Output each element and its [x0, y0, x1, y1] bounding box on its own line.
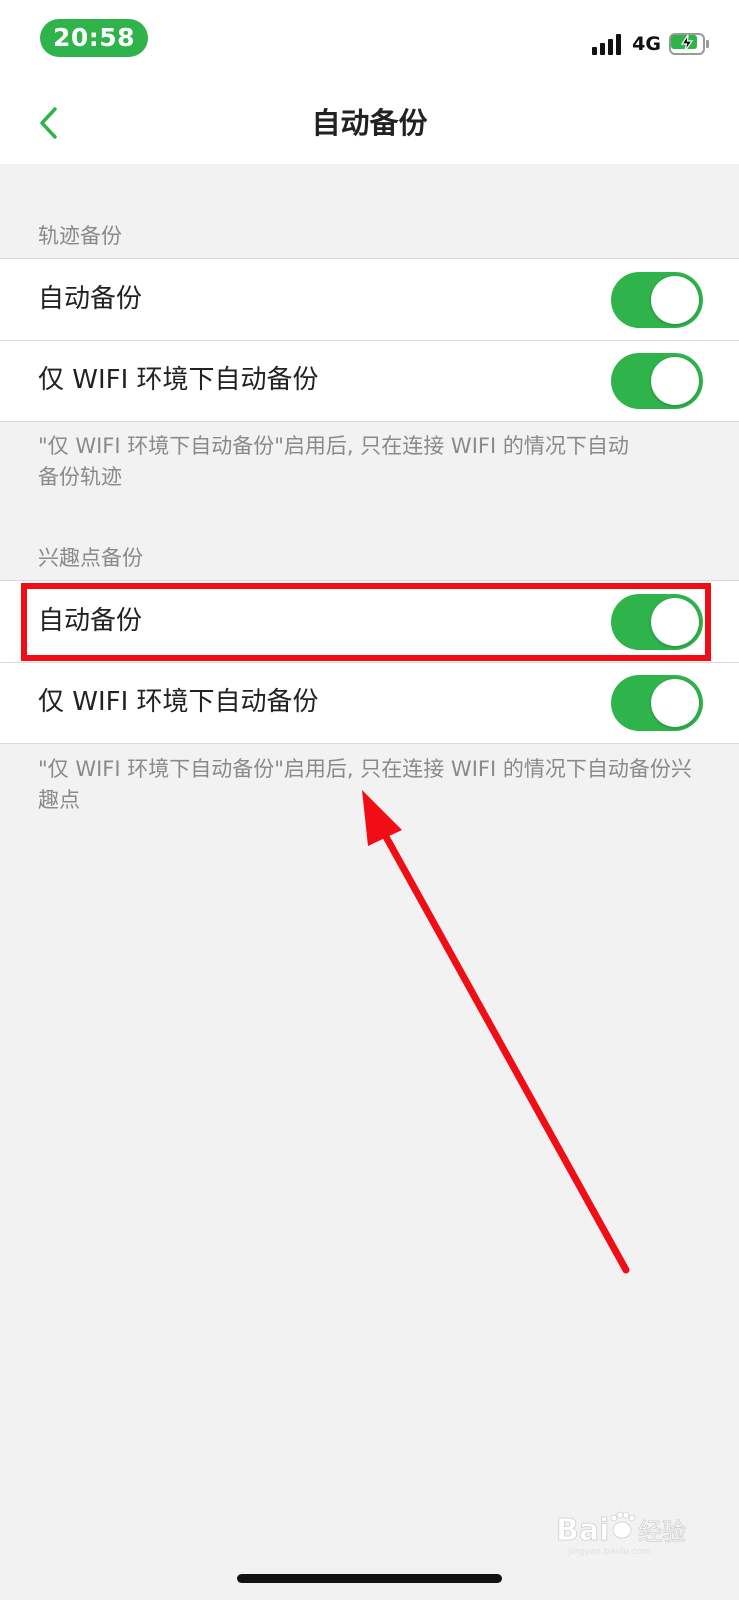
- section-header-track: 轨迹备份: [38, 224, 122, 248]
- status-time: 20:58: [40, 19, 148, 57]
- signal-icon: [592, 33, 624, 55]
- svg-text:jingyan.baidu.com: jingyan.baidu.com: [567, 1547, 651, 1557]
- setting-label: 仅 WIFI 环境下自动备份: [38, 365, 319, 395]
- baidu-watermark: Bai 经验 jingyan.baidu.com: [556, 1508, 706, 1558]
- toggle-switch-poi-wifi-only[interactable]: [611, 675, 703, 731]
- setting-label: 自动备份: [38, 606, 143, 636]
- toggle-knob: [651, 679, 699, 727]
- setting-label: 自动备份: [38, 284, 143, 314]
- svg-text:经验: 经验: [638, 1518, 686, 1546]
- setting-label: 仅 WIFI 环境下自动备份: [38, 687, 319, 717]
- setting-row-track-wifi-only[interactable]: 仅 WIFI 环境下自动备份: [0, 340, 739, 421]
- toggle-switch-track-auto-backup[interactable]: [611, 272, 703, 328]
- status-icons: 4G: [592, 30, 709, 58]
- section-header-poi: 兴趣点备份: [38, 546, 143, 570]
- battery-charging-icon: [669, 33, 709, 55]
- settings-group-poi: 自动备份 仅 WIFI 环境下自动备份: [0, 580, 739, 744]
- network-type: 4G: [632, 33, 661, 55]
- back-button[interactable]: [28, 102, 70, 144]
- toggle-switch-poi-auto-backup[interactable]: [611, 594, 703, 650]
- baidu-paw-logo: Bai 经验 jingyan.baidu.com: [556, 1511, 686, 1557]
- svg-text:Bai: Bai: [556, 1513, 609, 1548]
- footnote-poi: "仅 WIFI 环境下自动备份"启用后, 只在连接 WIFI 的情况下自动备份兴…: [38, 757, 692, 812]
- footnote-track: "仅 WIFI 环境下自动备份"启用后, 只在连接 WIFI 的情况下自动备份轨…: [38, 434, 629, 489]
- toggle-knob: [651, 357, 699, 405]
- chevron-left-icon: [40, 107, 57, 139]
- settings-group-track: 自动备份 仅 WIFI 环境下自动备份: [0, 258, 739, 422]
- home-indicator[interactable]: [237, 1574, 502, 1583]
- toggle-knob: [651, 276, 699, 324]
- app-screen: 20:58 4G 自动备份 轨迹备份 自动备份 仅 WIFI 环境下自动备份 "…: [0, 0, 739, 1600]
- setting-row-poi-wifi-only[interactable]: 仅 WIFI 环境下自动备份: [0, 662, 739, 743]
- page-title: 自动备份: [311, 106, 428, 140]
- setting-row-track-auto-backup[interactable]: 自动备份: [0, 259, 739, 340]
- toggle-knob: [651, 598, 699, 646]
- toggle-switch-track-wifi-only[interactable]: [611, 353, 703, 409]
- status-bar: 20:58 4G: [0, 0, 739, 82]
- setting-row-poi-auto-backup[interactable]: 自动备份: [0, 581, 739, 662]
- navigation-bar: 自动备份: [0, 82, 739, 164]
